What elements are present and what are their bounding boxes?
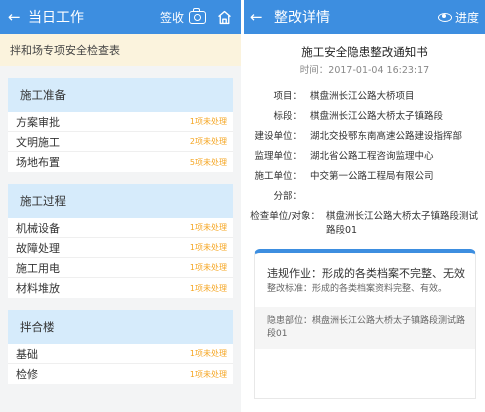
item-label: 场地布置 — [16, 156, 60, 169]
eye-icon[interactable] — [437, 12, 452, 22]
status-badge: 1项未处理 — [189, 349, 227, 358]
item-label: 方案审批 — [16, 115, 60, 129]
section-title[interactable]: 施工过程 — [8, 184, 233, 218]
status-badge: 5项未处理 — [189, 157, 227, 167]
list-item[interactable]: 方案审批 1项未处理 — [8, 112, 233, 132]
page-title: 当日工作 — [28, 10, 84, 26]
field-inspection-target: 检查单位/对象： 棋盘洲长江公路大桥太子镇路段测试路段01 — [250, 210, 479, 238]
document-time: 时间：2017-01-04 16:23:17 — [299, 65, 430, 76]
status-badge: 1项未处理 — [189, 263, 227, 272]
item-label: 施工用电 — [16, 261, 60, 275]
issue-main: 违规作业：形成的各类档案不完整、无效 整改标准：形成的各类档案资料完整、有效。 — [255, 253, 475, 303]
field-supervisor: 监理单位： 湖北省公路工程咨询监理中心 — [250, 150, 479, 164]
section-title[interactable]: 拌合楼 — [8, 310, 233, 344]
status-badge: 1项未处理 — [189, 223, 227, 232]
list-item[interactable]: 场地布置 5项未处理 — [8, 152, 233, 172]
section-mixing-tower: 拌合楼 基础 1项未处理 检修 1项未处理 — [8, 310, 233, 384]
issue-standard: 整改标准：形成的各类档案资料完整、有效。 — [267, 284, 448, 294]
list-item[interactable]: 文明施工 2项未处理 — [8, 132, 233, 152]
notice-fields: 项目： 棋盘洲长江公路大桥项目 标段： 棋盘洲长江公路大桥太子镇路段 建设单位：… — [244, 90, 485, 238]
item-label: 机械设备 — [16, 221, 60, 235]
daily-work-screen: ← 当日工作 签收 拌和场专项安全检查表 施工准备 方案审批 1项未处理 文明施… — [0, 0, 241, 412]
field-project: 项目： 棋盘洲长江公路大桥项目 — [250, 90, 479, 104]
section-title[interactable]: 施工准备 — [8, 78, 233, 112]
section-prep: 施工准备 方案审批 1项未处理 文明施工 2项未处理 场地布置 5项未处理 — [8, 78, 233, 172]
rectification-detail-screen: ← 整改详情 进度 施工安全隐患整改通知书 时间：2017-01-04 16:2… — [244, 0, 485, 412]
field-value — [302, 190, 310, 204]
issue-title: 违规作业：形成的各类档案不完整、无效 — [267, 267, 465, 280]
field-value: 中交第一公路工程局有限公司 — [310, 171, 434, 182]
field-builder: 建设单位： 湖北交投鄂东南高速公路建设指挥部 — [250, 130, 479, 144]
home-icon[interactable] — [216, 9, 233, 26]
field-key: 建设单位： — [254, 131, 302, 142]
item-label: 基础 — [16, 347, 38, 361]
checklist-banner[interactable]: 拌和场专项安全检查表 — [0, 34, 241, 66]
item-label: 检修 — [16, 368, 38, 381]
left-header: ← 当日工作 签收 — [0, 0, 241, 34]
field-value: 湖北交投鄂东南高速公路建设指挥部 — [310, 131, 463, 142]
issue-location: 隐患部位：棋盘洲长江公路大桥太子镇路段测试路段01 — [255, 307, 475, 349]
item-label: 文明施工 — [16, 135, 60, 149]
list-item[interactable]: 施工用电 1项未处理 — [8, 258, 233, 278]
field-section: 标段： 棋盘洲长江公路大桥太子镇路段 — [250, 110, 479, 124]
issue-card[interactable]: 违规作业：形成的各类档案不完整、无效 整改标准：形成的各类档案资料完整、有效。 … — [254, 249, 476, 399]
camera-icon[interactable] — [189, 7, 206, 24]
item-label: 故障处理 — [16, 241, 60, 255]
field-key: 检查单位/对象： — [250, 211, 320, 222]
field-key: 项目： — [273, 91, 302, 102]
status-badge: 1项未处理 — [189, 283, 227, 293]
list-item[interactable]: 检修 1项未处理 — [8, 364, 233, 384]
field-key: 分部： — [273, 191, 302, 202]
field-contractor: 施工单位： 中交第一公路工程局有限公司 — [250, 170, 479, 184]
field-value: 湖北省公路工程咨询监理中心 — [310, 151, 434, 162]
section-process: 施工过程 机械设备 1项未处理 故障处理 1项未处理 施工用电 1项未处理 材料… — [8, 184, 233, 298]
field-key: 监理单位： — [254, 151, 302, 162]
back-arrow-icon[interactable]: ← — [0, 8, 22, 26]
field-branch: 分部： — [250, 190, 479, 204]
right-header: ← 整改详情 进度 — [244, 0, 485, 34]
status-badge: 1项未处理 — [189, 117, 227, 126]
field-value: 棋盘洲长江公路大桥项目 — [310, 91, 415, 102]
field-key: 标段： — [273, 111, 302, 122]
field-key: 施工单位： — [254, 171, 302, 182]
sign-button[interactable]: 签收 — [160, 9, 184, 26]
status-badge: 1项未处理 — [189, 369, 227, 379]
back-arrow-icon[interactable]: ← — [244, 8, 266, 26]
status-badge: 2项未处理 — [189, 137, 227, 146]
list-item[interactable]: 材料堆放 1项未处理 — [8, 278, 233, 298]
list-item[interactable]: 机械设备 1项未处理 — [8, 218, 233, 238]
field-value: 棋盘洲长江公路大桥太子镇路段测试路段01 — [326, 211, 479, 236]
field-value: 棋盘洲长江公路大桥太子镇路段 — [310, 111, 444, 122]
status-badge: 1项未处理 — [189, 243, 227, 252]
page-title: 整改详情 — [274, 10, 330, 26]
document-title: 施工安全隐患整改通知书 — [301, 45, 428, 59]
progress-button[interactable]: 进度 — [455, 9, 479, 26]
list-item[interactable]: 基础 1项未处理 — [8, 344, 233, 364]
screens: ← 当日工作 签收 拌和场专项安全检查表 施工准备 方案审批 1项未处理 文明施… — [0, 0, 485, 412]
list-item[interactable]: 故障处理 1项未处理 — [8, 238, 233, 258]
item-label: 材料堆放 — [16, 282, 60, 295]
